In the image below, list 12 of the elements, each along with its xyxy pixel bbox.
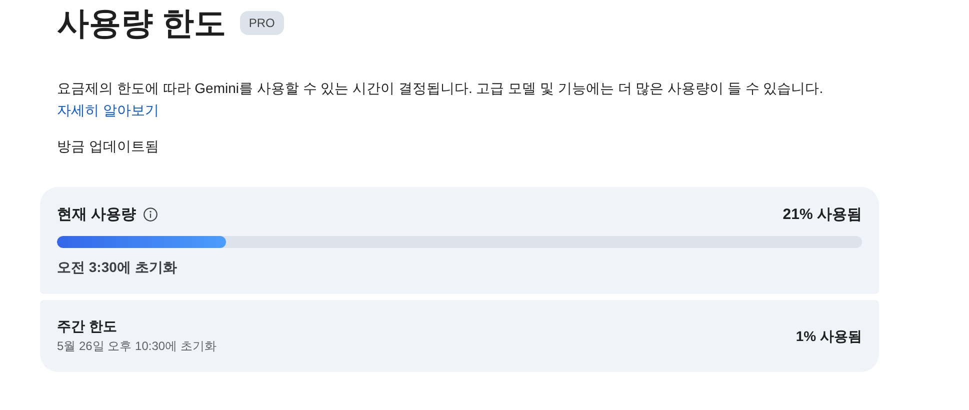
reset-time: 오전 3:30에 초기화: [57, 259, 178, 277]
usage-title: 주간 한도: [57, 318, 117, 334]
page-title: 사용량 한도: [57, 4, 226, 43]
plan-badge: PRO: [240, 11, 284, 35]
usage-percent: 1% 사용됨: [796, 328, 862, 346]
reset-time: 5월 26일 오후 10:30에 초기화: [57, 338, 216, 355]
usage-title: 현재 사용량: [57, 205, 136, 224]
info-icon[interactable]: [143, 207, 158, 222]
updated-text: 방금 업데이트됨: [56, 138, 160, 156]
usage-percent: 21% 사용됨: [782, 205, 862, 224]
learn-more-link[interactable]: 자세히 알아보기: [57, 102, 159, 118]
description-text: 요금제의 한도에 따라 Gemini를 사용할 수 있는 시간이 결정됩니다. 고급 모델 및 기능에는 더 많은 사용량이 들 수 있습니다. 자세히 알아보기: [56, 79, 824, 120]
